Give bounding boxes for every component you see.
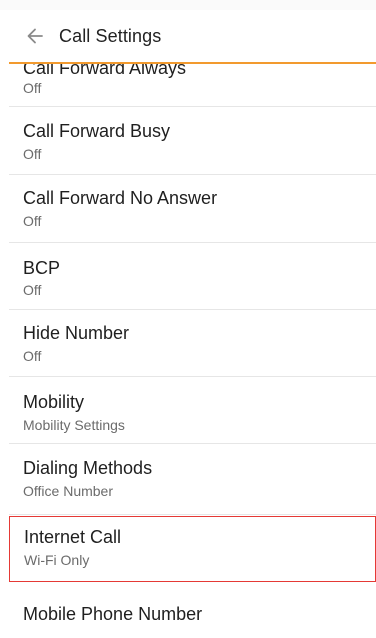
setting-dialing-methods[interactable]: Dialing Methods Office Number: [9, 444, 376, 515]
setting-value: Off: [23, 348, 42, 364]
setting-title: Mobile Phone Number: [23, 604, 203, 624]
setting-mobile-phone-number[interactable]: Mobile Phone Number: [9, 583, 376, 638]
setting-internet-call[interactable]: Internet Call Wi-Fi Only: [9, 516, 376, 582]
header-accent-divider: [9, 62, 376, 64]
setting-title: Mobility: [23, 392, 85, 412]
setting-value: Off: [23, 146, 42, 162]
arrow-left-icon: [27, 28, 43, 44]
setting-value: Office Number: [23, 483, 113, 499]
page-title: Call Settings: [59, 25, 162, 46]
setting-title: Internet Call: [24, 527, 122, 547]
app-bar: Call Settings: [0, 10, 376, 62]
setting-value: Off: [23, 213, 42, 229]
setting-value: Off: [23, 80, 42, 96]
setting-mobility[interactable]: Mobility Mobility Settings: [9, 377, 376, 444]
setting-title: Call Forward No Answer: [23, 188, 218, 208]
setting-call-forward-no-answer[interactable]: Call Forward No Answer Off: [9, 175, 376, 243]
setting-value: Off: [23, 282, 42, 298]
setting-title: Dialing Methods: [23, 458, 153, 478]
setting-title: Hide Number: [23, 323, 130, 343]
setting-hide-number[interactable]: Hide Number Off: [9, 310, 376, 377]
status-strip: [0, 0, 376, 10]
back-button[interactable]: [17, 18, 53, 54]
setting-title: Call Forward Busy: [23, 121, 171, 141]
call-settings-screen: Call Forward Always Off Call Forward Bus…: [0, 0, 376, 638]
setting-title: BCP: [23, 258, 61, 278]
setting-value: Wi-Fi Only: [24, 552, 90, 568]
setting-value: Mobility Settings: [23, 417, 125, 433]
setting-call-forward-busy[interactable]: Call Forward Busy Off: [9, 107, 376, 175]
setting-bcp[interactable]: BCP Off: [9, 243, 376, 310]
